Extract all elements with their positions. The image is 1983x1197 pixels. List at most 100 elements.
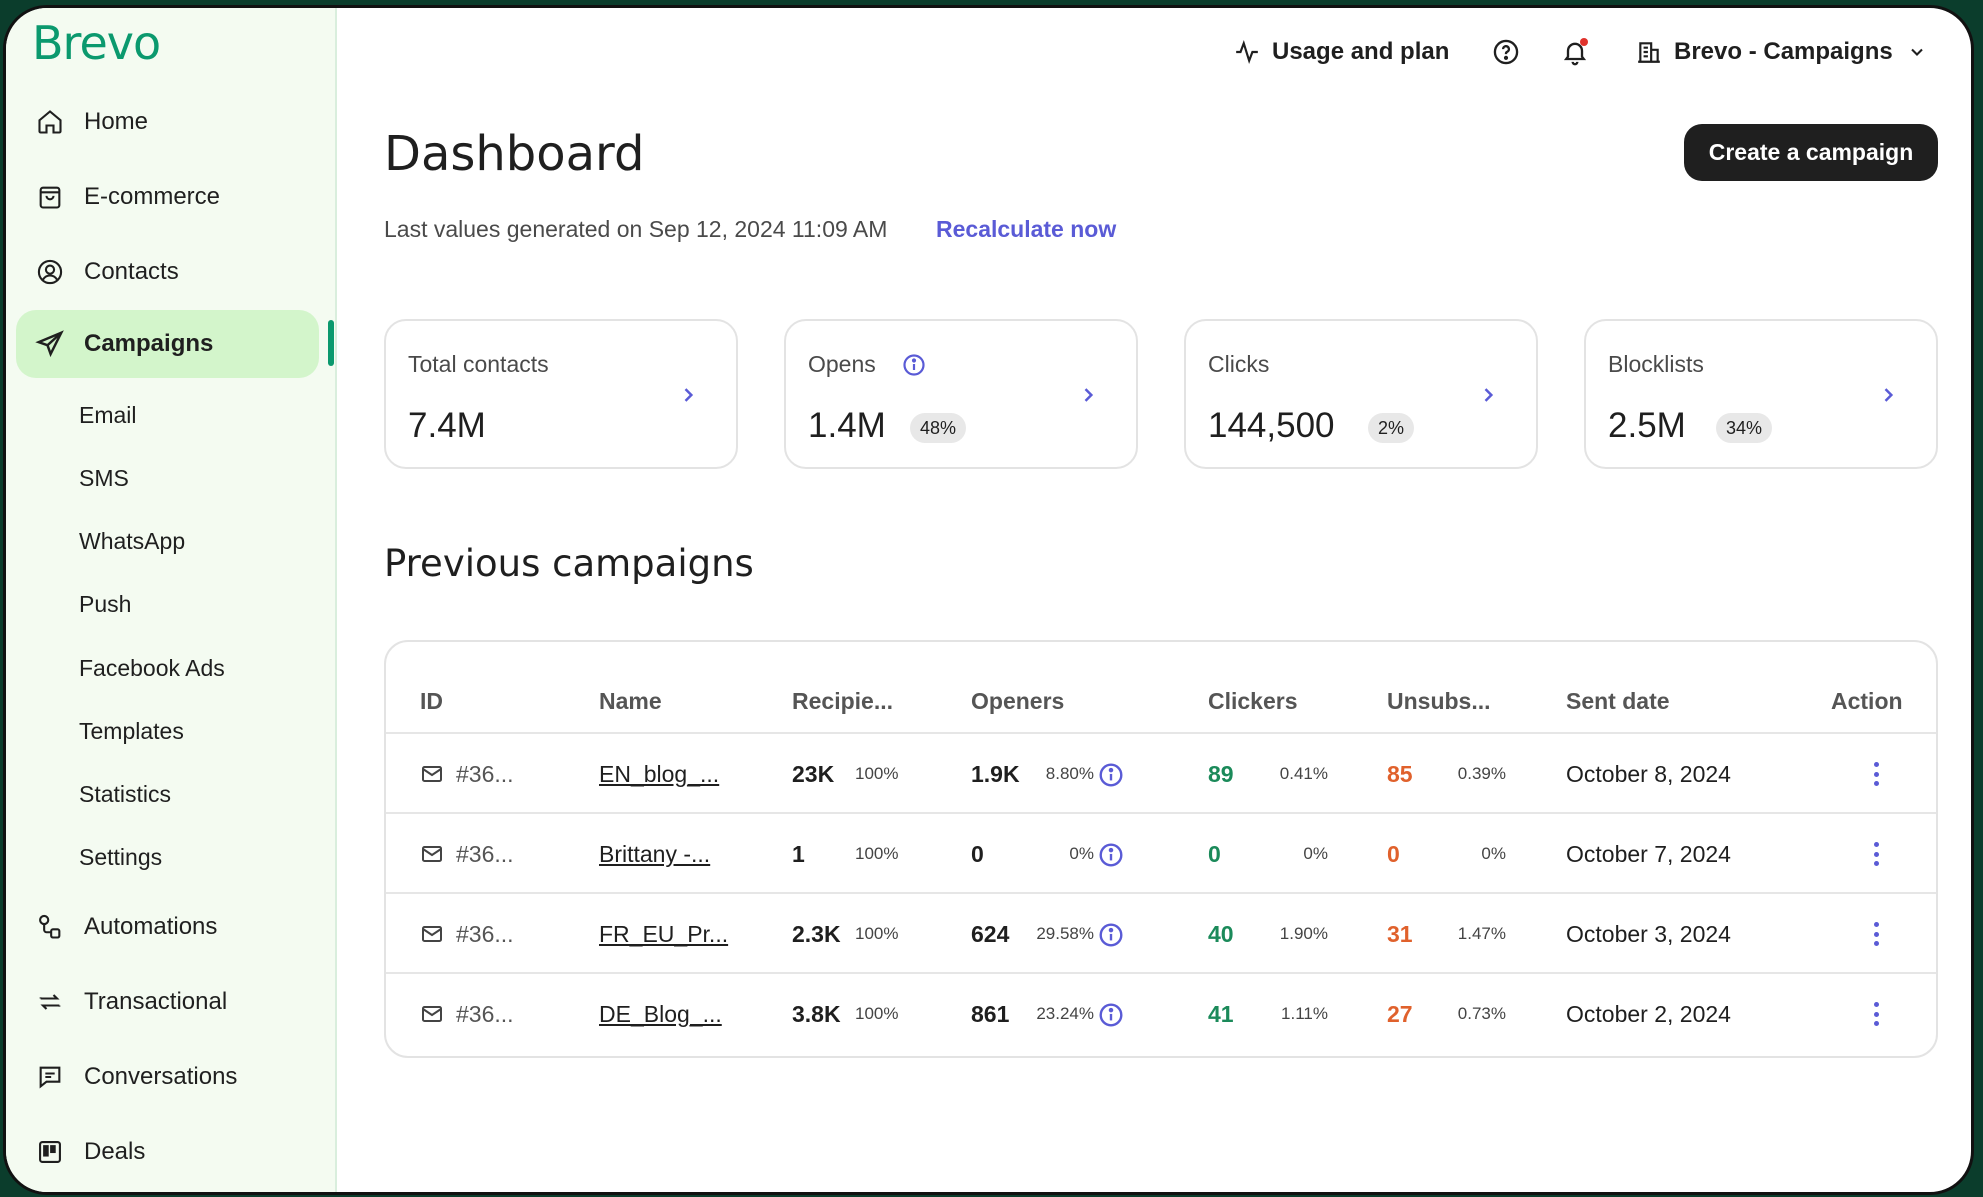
clickers-pct: 1.90% [1279,924,1328,943]
recipients-cell: 23K 100% [792,734,898,814]
recalculate-link[interactable]: Recalculate now [936,216,1116,243]
row-actions-button[interactable] [1874,894,1880,974]
more-vertical-icon [1874,922,1880,946]
recipients-cell: 2.3K 100% [792,894,898,974]
unsubscribers-pct: 0.73% [1457,1004,1506,1023]
openers-value: 0 [971,840,984,867]
stat-value: 7.4M [408,406,486,445]
more-vertical-icon [1874,1002,1880,1026]
info-icon[interactable] [902,353,926,377]
stat-card-clicks[interactable]: Clicks 144,500 2% [1184,319,1538,469]
row-actions-button[interactable] [1874,734,1880,814]
sidebar-subitem-email[interactable]: Email [79,395,137,435]
openers-value: 1.9K [971,760,1020,787]
sidebar-item-deals[interactable]: Deals [16,1118,319,1186]
sidebar-item-label: Automations [84,913,218,940]
openers-value: 624 [971,920,1010,947]
openers-cell: 861 [971,974,1009,1054]
info-icon[interactable] [1098,842,1124,868]
row-actions-button[interactable] [1874,974,1880,1054]
stat-card-blocklists[interactable]: Blocklists 2.5M 34% [1584,319,1938,469]
sidebar-subitem-facebook-ads[interactable]: Facebook Ads [79,648,225,688]
table-row[interactable]: #36... FR_EU_Pr... 2.3K 100% 624 29.58% … [386,892,1936,972]
chevron-down-icon [1907,42,1927,62]
sidebar-subitem-sms[interactable]: SMS [79,458,129,498]
sidebar-item-label: Home [84,108,149,135]
clickers-value: 40 [1208,920,1234,947]
sidebar-subitem-statistics[interactable]: Statistics [79,774,171,814]
sent-date: October 8, 2024 [1566,760,1731,787]
help-button[interactable] [1492,32,1520,72]
page-title: Dashboard [384,126,645,182]
recipients-pct: 100% [855,764,899,783]
app-frame: Brevo Home E-commerce Contacts Campaigns [0,0,1983,1197]
shopping-bag-icon [34,181,66,213]
table-row[interactable]: #36... EN_blog_... 23K 100% 1.9K 8.80% 8… [386,732,1936,812]
brevo-logo[interactable]: Brevo [32,16,161,70]
active-indicator [328,320,334,366]
table-row[interactable]: #36... DE_Blog_... 3.8K 100% 861 23.24% … [386,972,1936,1052]
column-header-openers[interactable]: Openers [971,688,1064,715]
unsubscribers-pct: 0.39% [1457,764,1506,783]
campaign-name-link[interactable]: Brittany -... [599,814,710,894]
user-circle-icon [34,256,66,288]
clickers-pct: 0.41% [1279,764,1328,783]
notifications-button[interactable] [1561,32,1589,72]
sent-date: October 7, 2024 [1566,840,1731,867]
campaign-id: #36... [456,920,514,947]
id-cell: #36... [420,734,514,814]
usage-and-plan-label: Usage and plan [1272,38,1450,65]
sidebar-item-campaigns[interactable]: Campaigns [16,310,319,378]
recipients-pct: 100% [855,844,899,863]
sidebar-item-label: Campaigns [84,330,214,357]
recipients-pct: 100% [855,924,899,943]
campaign-name-link[interactable]: FR_EU_Pr... [599,894,728,974]
column-header-recipients[interactable]: Recipie... [792,688,893,715]
sidebar-item-label: Transactional [84,988,228,1015]
chevron-right-icon [1484,388,1494,402]
unsubscribers-pct: 1.47% [1457,924,1506,943]
account-switcher[interactable]: Brevo - Campaigns [1636,32,1927,72]
table-row[interactable]: #36... Brittany -... 1 100% 0 0% 0 0% 0 … [386,812,1936,892]
mail-icon [422,1006,442,1022]
info-icon[interactable] [1098,922,1124,948]
sidebar-subitem-templates[interactable]: Templates [79,711,184,751]
recipients-cell: 3.8K 100% [792,974,898,1054]
column-header-id[interactable]: ID [420,688,443,715]
campaign-id: #36... [456,1000,514,1027]
recipients-pct: 100% [855,1004,899,1023]
column-header-unsubscribers[interactable]: Unsubs... [1387,688,1491,715]
campaign-name-link[interactable]: EN_blog_... [599,734,719,814]
sidebar-item-home[interactable]: Home [16,88,319,156]
column-header-clickers[interactable]: Clickers [1208,688,1298,715]
sidebar-subitem-whatsapp[interactable]: WhatsApp [79,521,185,561]
sidebar-subitem-push[interactable]: Push [79,584,131,624]
campaign-name-link[interactable]: DE_Blog_... [599,974,722,1054]
create-campaign-button[interactable]: Create a campaign [1684,124,1938,181]
openers-cell: 0 [971,814,984,894]
stat-card-opens[interactable]: Opens 1.4M 48% [784,319,1138,469]
unsubscribers-value: 0 [1387,840,1400,867]
id-cell: #36... [420,974,514,1054]
openers-pct: 0% [1069,844,1094,863]
activity-icon [1234,39,1260,65]
recipients-value: 3.8K [792,1000,841,1027]
sidebar-item-contacts[interactable]: Contacts [16,238,319,306]
more-vertical-icon [1874,762,1880,786]
info-icon[interactable] [1098,762,1124,788]
info-icon[interactable] [1098,1002,1124,1028]
stat-card-total-contacts[interactable]: Total contacts 7.4M [384,319,738,469]
help-icon [1492,38,1520,66]
column-header-sent-date[interactable]: Sent date [1566,688,1670,715]
stat-label: Blocklists [1608,351,1704,377]
usage-and-plan-link[interactable]: Usage and plan [1234,32,1449,72]
sidebar-item-ecommerce[interactable]: E-commerce [16,163,319,231]
sidebar-item-automations[interactable]: Automations [16,893,319,961]
sidebar-item-transactional[interactable]: Transactional [16,968,319,1036]
sidebar-subitem-settings[interactable]: Settings [79,837,162,877]
sidebar-item-conversations[interactable]: Conversations [16,1043,319,1111]
row-actions-button[interactable] [1874,814,1880,894]
column-header-name[interactable]: Name [599,688,662,715]
bell-icon [1561,38,1589,66]
last-values-text: Last values generated on Sep 12, 2024 11… [384,216,888,242]
